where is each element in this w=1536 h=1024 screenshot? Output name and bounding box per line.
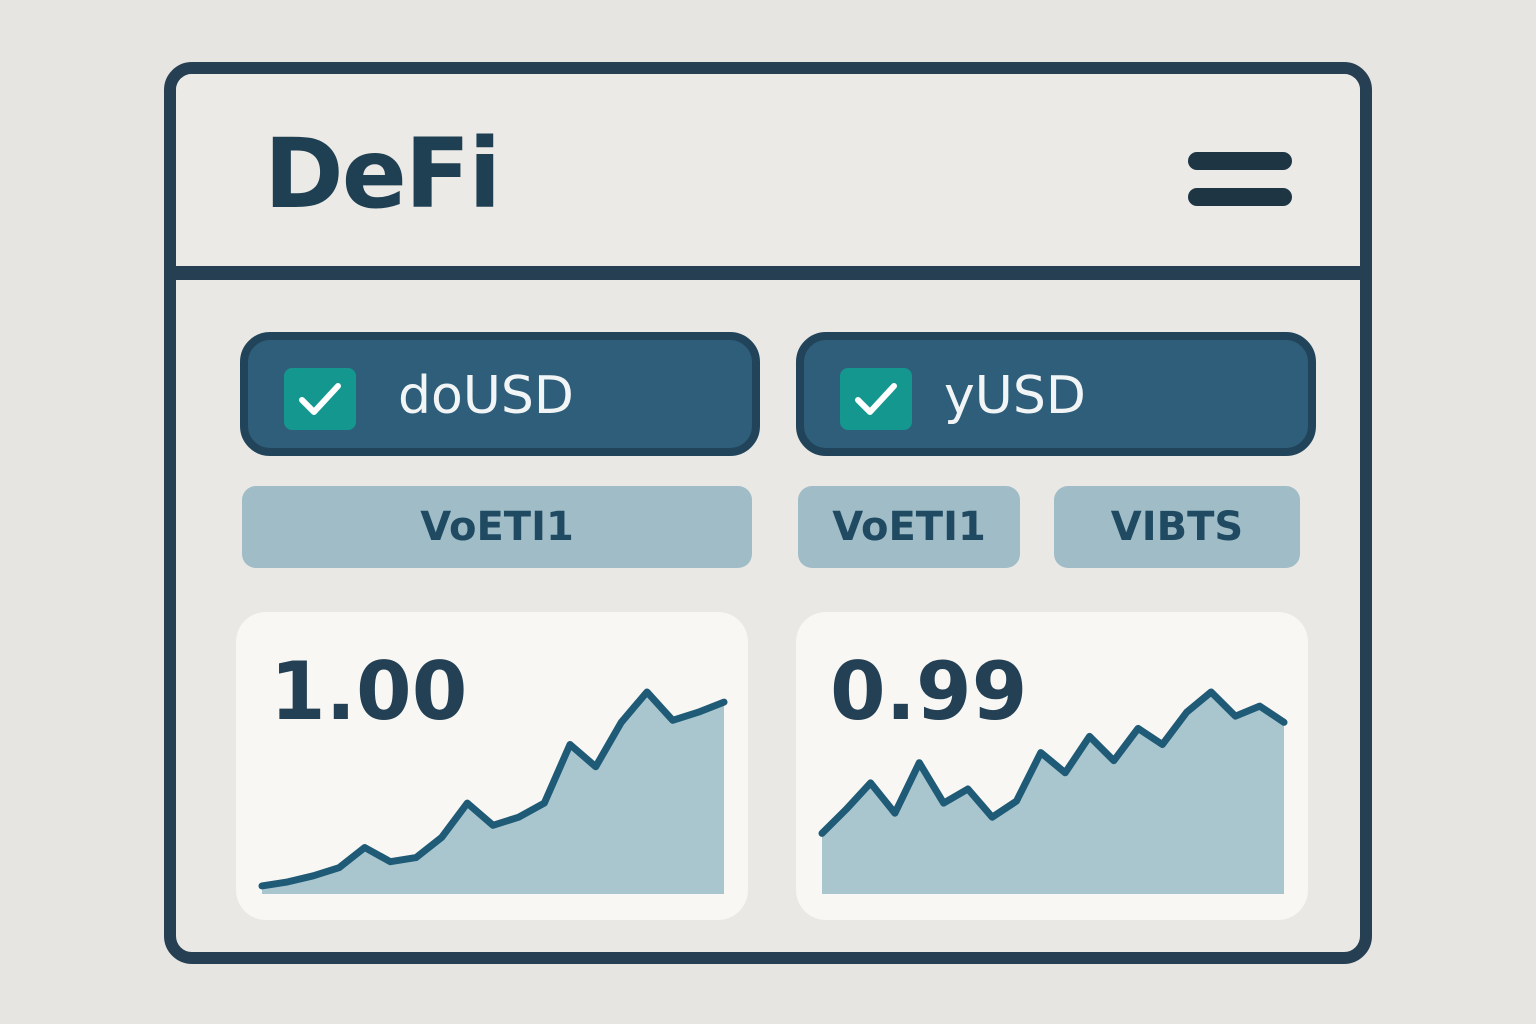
menu-button[interactable]: [1180, 142, 1300, 218]
token-toggle-dousd[interactable]: doUSD: [240, 332, 760, 456]
hamburger-menu-icon: [1188, 152, 1292, 170]
token-toggle-yusd[interactable]: yUSD: [796, 332, 1316, 456]
app-title: DeFi: [264, 118, 501, 230]
sparkline-area: [262, 692, 724, 894]
defi-window: DeFi doUSD yUSD VoETI1 VoETI1 VIBTS 1.00…: [164, 62, 1372, 964]
sparkline-area: [822, 692, 1284, 894]
pool-chip[interactable]: VoETI1: [798, 486, 1020, 568]
price-card-yusd: 0.99: [796, 612, 1308, 920]
checkbox-checked-icon[interactable]: [284, 368, 356, 430]
price-sparkline: [818, 688, 1288, 894]
pool-chip[interactable]: VIBTS: [1054, 486, 1300, 568]
price-sparkline: [258, 688, 728, 894]
token-label: doUSD: [398, 366, 574, 426]
app-header: DeFi: [176, 74, 1360, 280]
pool-chip[interactable]: VoETI1: [242, 486, 752, 568]
price-card-dousd: 1.00: [236, 612, 748, 920]
token-label: yUSD: [944, 366, 1086, 426]
checkbox-checked-icon[interactable]: [840, 368, 912, 430]
